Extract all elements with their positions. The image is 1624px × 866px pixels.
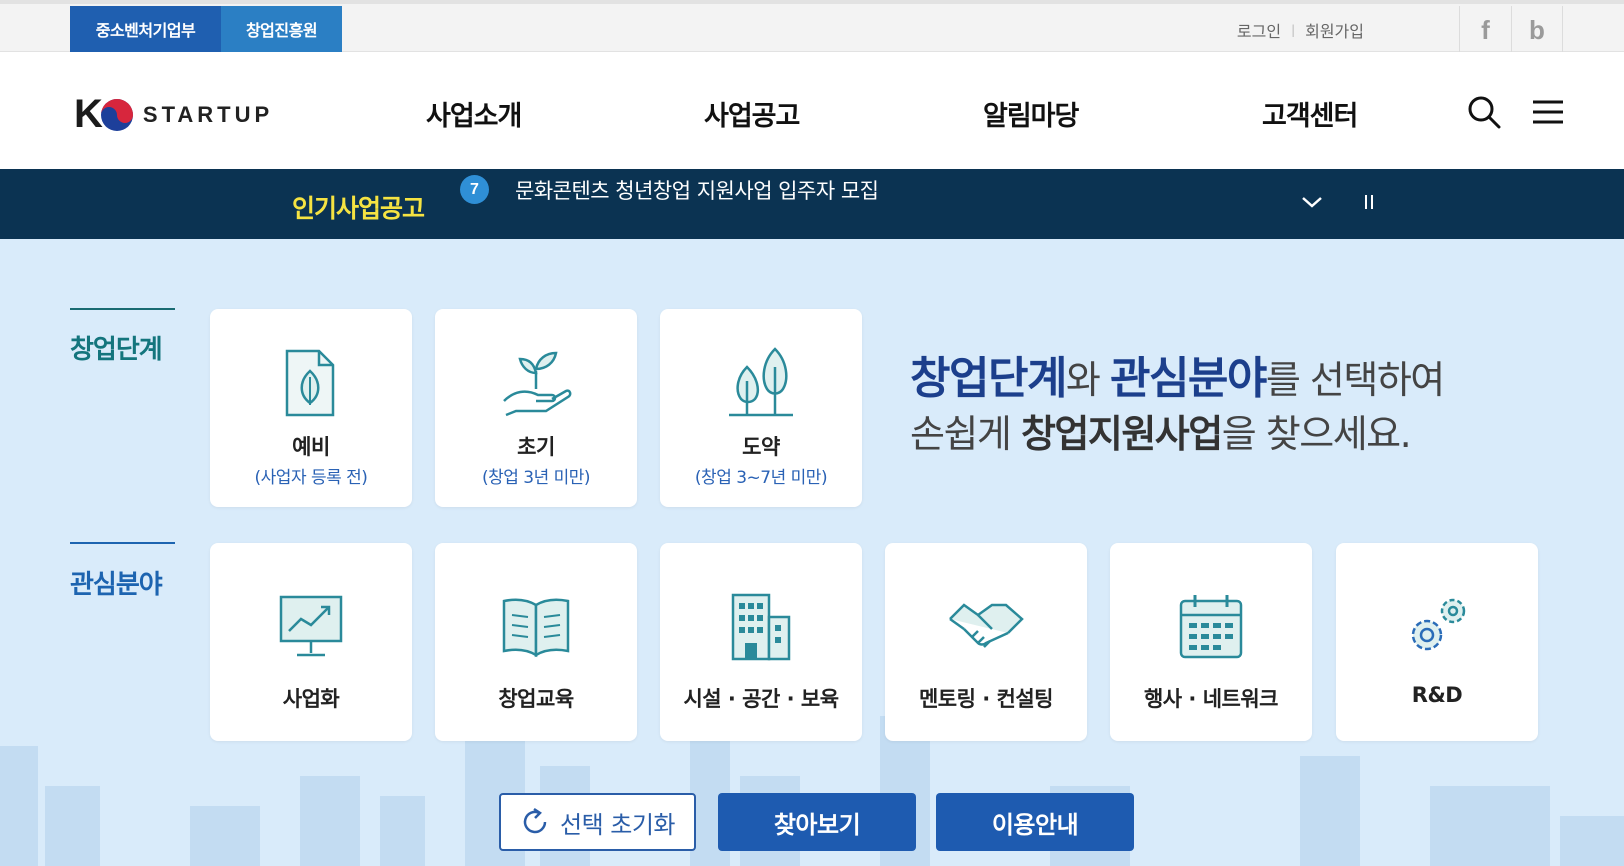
- stage-section-line: [70, 308, 175, 310]
- stage-card-subtitle: (창업 3년 미만): [481, 468, 591, 488]
- nav-news[interactable]: 알림마당: [983, 94, 1079, 133]
- headline-text: 을 찾으세요.: [1221, 412, 1412, 456]
- field-card-facility[interactable]: 시설 · 공간 · 보육: [660, 543, 862, 741]
- calendar-icon: [1179, 595, 1243, 659]
- menu-icon[interactable]: [1530, 94, 1566, 130]
- main-header: K STARTUP 사업소개 사업공고 알림마당 고객센터: [0, 52, 1624, 169]
- blog-icon[interactable]: b: [1511, 6, 1563, 54]
- headline-stage: 창업단계: [910, 353, 1067, 404]
- headline-field: 관심분야: [1109, 353, 1267, 404]
- refresh-icon: [523, 807, 547, 834]
- document-leaf-icon: [285, 349, 335, 417]
- field-card-title: 멘토링 · 컨설팅: [918, 687, 1054, 711]
- ticker-label: 인기사업공고: [292, 194, 425, 223]
- field-card-title: 사업화: [282, 687, 340, 711]
- field-card-rnd[interactable]: R&D: [1336, 543, 1538, 741]
- ticker-rank-badge: 7: [460, 175, 489, 204]
- stage-card-title: 초기: [517, 435, 555, 459]
- field-card-title: 창업교육: [498, 687, 574, 711]
- stage-card-pre[interactable]: 예비 (사업자 등록 전): [210, 309, 412, 507]
- usage-guide-button[interactable]: 이용안내: [936, 793, 1134, 851]
- stage-card-early[interactable]: 초기 (창업 3년 미만): [435, 309, 637, 507]
- stage-card-subtitle: (사업자 등록 전): [254, 468, 368, 488]
- field-card-event[interactable]: 행사 · 네트워크: [1110, 543, 1312, 741]
- field-card-title: R&D: [1411, 683, 1463, 707]
- nav-business-intro[interactable]: 사업소개: [426, 94, 522, 133]
- nav-business-notice[interactable]: 사업공고: [704, 94, 800, 133]
- headline-program: 창업지원사업: [1020, 412, 1223, 456]
- org-tab-mss[interactable]: 중소벤처기업부: [70, 6, 221, 52]
- gears-icon: [1411, 598, 1466, 651]
- popular-notice-ticker: 인기사업공고 7 문화콘텐츠 청년창업 지원사업 입주자 모집: [0, 169, 1624, 239]
- stage-section-label: 창업단계: [70, 335, 163, 365]
- field-card-education[interactable]: 창업교육: [435, 543, 637, 741]
- field-card-title: 행사 · 네트워크: [1143, 687, 1279, 711]
- handshake-icon: [949, 603, 1024, 648]
- top-utility-bar: 중소벤처기업부 창업진흥원 로그인 | 회원가입 f b: [0, 0, 1624, 54]
- sprout-hand-icon: [503, 351, 572, 417]
- chart-monitor-icon: [279, 595, 343, 657]
- guide-headline: 창업단계와 관심분야를 선택하여 손쉽게 창업지원사업을 찾으세요.: [910, 352, 1445, 461]
- field-section-label: 관심분야: [70, 570, 163, 600]
- stage-card-growth[interactable]: 도약 (창업 3~7년 미만): [660, 309, 862, 507]
- headline-text: 와: [1065, 358, 1110, 402]
- field-card-commercialization[interactable]: 사업화: [210, 543, 412, 741]
- field-section-line: [70, 542, 175, 544]
- taegeuk-swirl-icon: [100, 98, 133, 131]
- field-card-title: 시설 · 공간 · 보육: [683, 687, 839, 711]
- reset-selection-button[interactable]: 선택 초기화: [499, 793, 696, 851]
- divider: |: [1291, 23, 1296, 37]
- stage-card-title: 예비: [292, 435, 330, 459]
- logo-k: K: [74, 92, 103, 136]
- org-tab-kised[interactable]: 창업진흥원: [221, 6, 342, 52]
- field-card-mentoring[interactable]: 멘토링 · 컨설팅: [885, 543, 1087, 741]
- logo-wordmark: STARTUP: [142, 101, 274, 127]
- building-icon: [731, 593, 791, 661]
- pause-icon[interactable]: [1362, 191, 1376, 213]
- headline-text: 손쉽게: [910, 412, 1021, 456]
- search-icon[interactable]: [1466, 94, 1502, 130]
- reset-button-label: 선택 초기화: [559, 810, 676, 839]
- login-link[interactable]: 로그인: [1237, 18, 1281, 42]
- kstartup-logo[interactable]: K STARTUP: [74, 92, 273, 137]
- util-links: 로그인 | 회원가입: [1237, 18, 1364, 42]
- trees-icon: [729, 347, 793, 417]
- search-button[interactable]: 찾아보기: [718, 793, 916, 851]
- signup-link[interactable]: 회원가입: [1305, 18, 1364, 42]
- stage-card-title: 도약: [742, 435, 780, 459]
- chevron-down-icon[interactable]: [1300, 191, 1324, 213]
- facebook-icon[interactable]: f: [1459, 6, 1511, 54]
- stage-card-subtitle: (창업 3~7년 미만): [694, 468, 828, 488]
- nav-customer-center[interactable]: 고객센터: [1262, 94, 1358, 133]
- ticker-notice-link[interactable]: 문화콘텐츠 청년창업 지원사업 입주자 모집: [515, 175, 879, 205]
- open-book-icon: [502, 598, 570, 658]
- headline-text: 를 선택하여: [1265, 358, 1445, 402]
